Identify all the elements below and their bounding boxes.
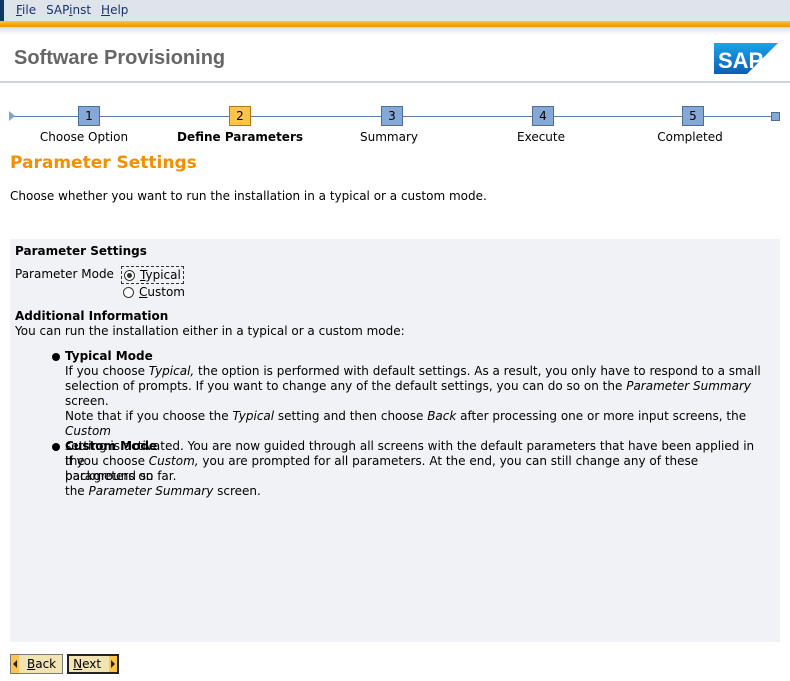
menu-help[interactable]: Help	[101, 3, 128, 17]
menu-bar: File SAPinst Help	[0, 0, 790, 21]
additional-info-title: Additional Information	[15, 309, 169, 323]
bullet-custom-title: Custom Mode	[51, 439, 771, 454]
back-button-label: Back	[27, 657, 57, 671]
sap-logo-text: SAP	[718, 48, 763, 73]
text-line: If you choose Typical, the option is per…	[65, 364, 761, 378]
chevron-right-icon	[109, 656, 118, 672]
parameter-settings-panel: Parameter Settings Parameter Mode Typica…	[10, 239, 780, 642]
header-shade	[0, 27, 790, 35]
text-line: selection of prompts. If you want to cha…	[65, 379, 751, 408]
menu-bar-accent	[0, 0, 4, 21]
menu-file[interactable]: File	[16, 3, 36, 17]
radio-custom[interactable]: Custom	[121, 284, 187, 300]
radio-typical-label: Typical	[140, 268, 181, 282]
menu-help-mnemonic: H	[101, 3, 111, 17]
page-intro: Choose whether you want to run the insta…	[10, 189, 487, 203]
header-divider	[0, 81, 790, 83]
roadmap-step-3-label: Summary	[360, 130, 418, 144]
roadmap-step-4-label: Execute	[517, 130, 565, 144]
bullet-custom-mode: Custom Mode If you choose Custom, you ar…	[51, 439, 771, 499]
menu-sapinst-prefix: SAP	[46, 3, 70, 17]
roadmap-end-marker-icon	[771, 112, 780, 121]
radio-custom-label: Custom	[139, 285, 185, 299]
bullet-icon	[52, 443, 60, 451]
roadmap-step-2[interactable]: 2	[229, 106, 251, 126]
bullet-custom-body: If you choose Custom, you are prompted f…	[51, 454, 771, 499]
parameter-mode-label: Parameter Mode	[15, 267, 114, 281]
roadmap-step-4[interactable]: 4	[532, 106, 554, 126]
panel-title: Parameter Settings	[15, 244, 147, 258]
menu-sapinst[interactable]: SAPinst	[46, 3, 91, 17]
radio-selected-dot-icon	[127, 272, 132, 278]
roadmap-step-1-label: Choose Option	[39, 130, 129, 144]
menu-file-label: ile	[22, 3, 37, 17]
menu-sapinst-label: nst	[72, 3, 92, 17]
menu-help-label: elp	[110, 3, 129, 17]
roadmap-start-arrow-icon	[9, 111, 15, 121]
sap-logo: SAP	[714, 43, 778, 74]
footer-buttons: Back Next	[10, 654, 120, 674]
bullet-typical-title: Typical Mode	[51, 349, 771, 364]
roadmap-step-3[interactable]: 3	[381, 106, 403, 126]
roadmap-step-5[interactable]: 5	[682, 106, 704, 126]
roadmap-step-2-label: Define Parameters	[176, 130, 304, 144]
app-title: Software Provisioning	[14, 47, 226, 69]
roadmap-step-1[interactable]: 1	[78, 106, 100, 126]
back-button[interactable]: Back	[10, 654, 64, 674]
roadmap-step-5-label: Completed	[657, 130, 723, 144]
chevron-left-icon	[11, 655, 19, 673]
text-line: If you choose Custom, you are prompted f…	[65, 454, 699, 483]
radio-typical[interactable]: Typical	[121, 266, 184, 284]
radio-custom-control[interactable]	[123, 286, 134, 298]
next-button-label: Next	[73, 657, 102, 671]
next-button[interactable]: Next	[67, 654, 120, 674]
page-heading: Parameter Settings	[10, 153, 197, 173]
bullet-icon	[52, 353, 60, 361]
radio-typical-control[interactable]	[124, 269, 135, 281]
roadmap: 1 Choose Option 2 Define Parameters 3 Su…	[0, 100, 790, 145]
additional-info-text: You can run the installation either in a…	[15, 324, 405, 338]
text-line: Note that if you choose the Typical sett…	[65, 409, 747, 438]
text-line: the Parameter Summary screen.	[65, 484, 261, 498]
